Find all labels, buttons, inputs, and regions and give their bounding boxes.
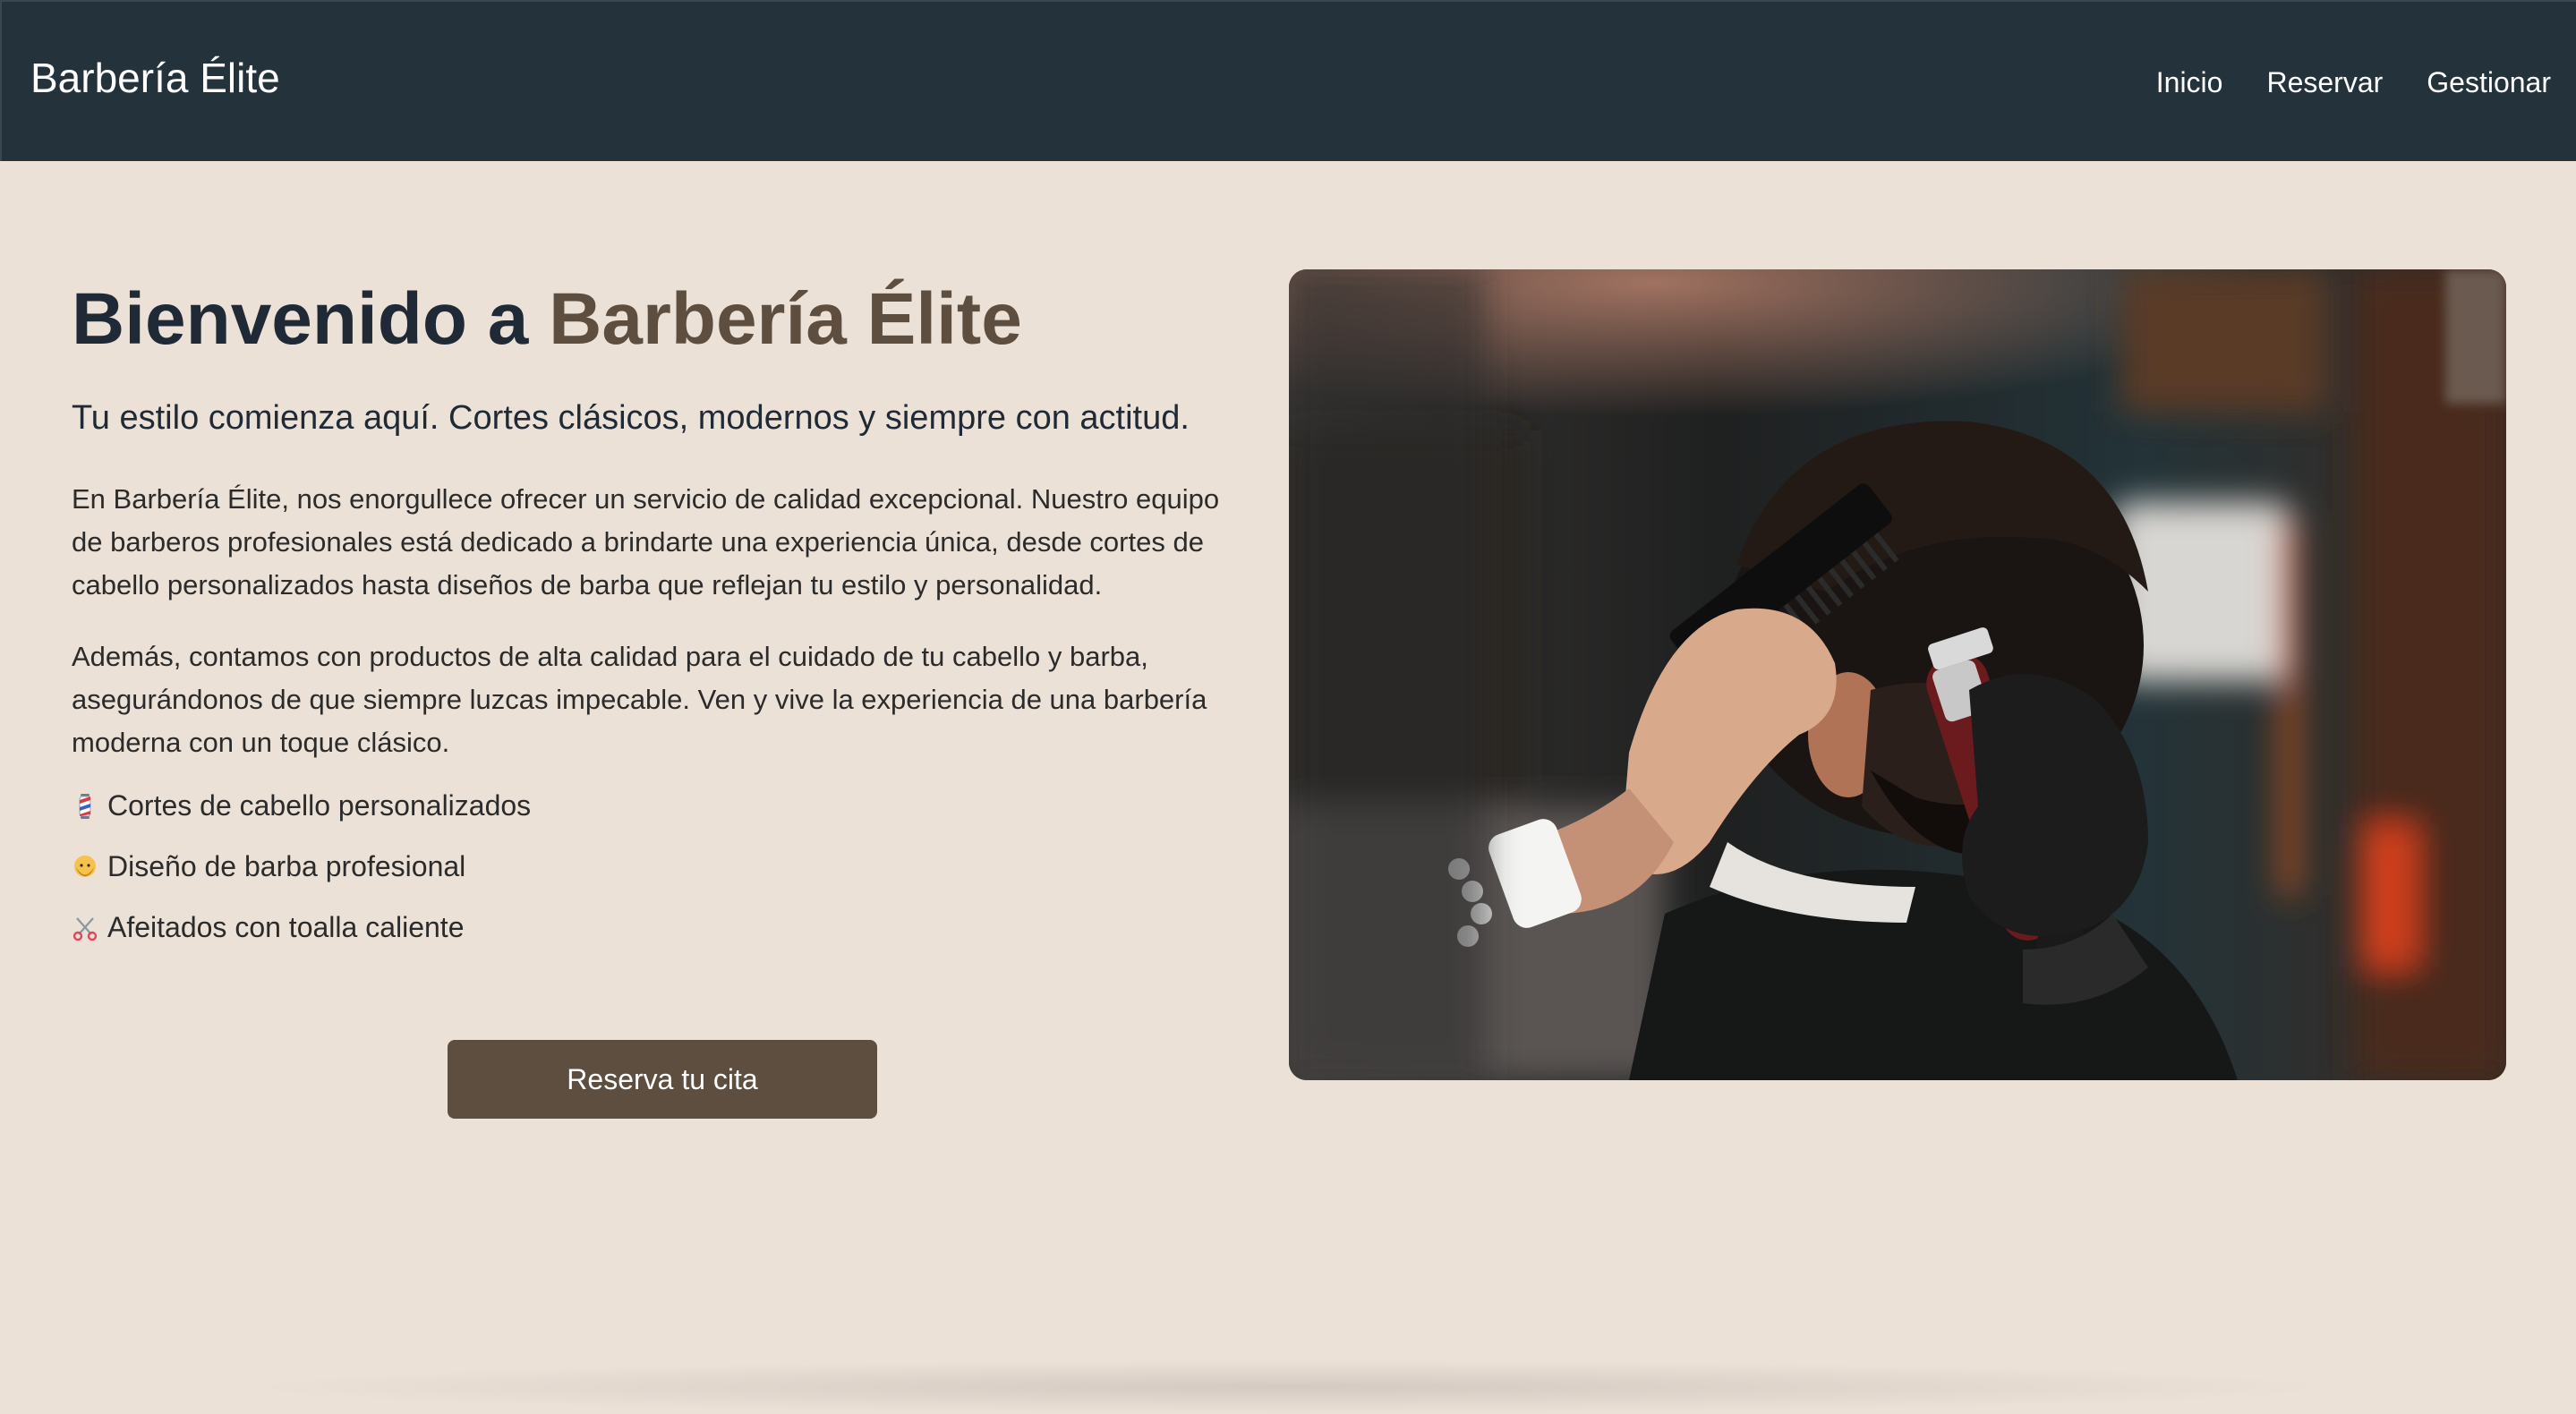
navbar: Barbería Élite Inicio Reservar Gestionar: [0, 0, 2576, 161]
barber-pole-icon: [72, 792, 98, 819]
hero-title-prefix: Bienvenido a: [72, 278, 550, 360]
hero-paragraph-2: Además, contamos con productos de alta c…: [72, 640, 1207, 758]
feature-list: Cortes de cabello personalizados Diseño …: [72, 788, 1235, 945]
feature-label: Diseño de barba profesional: [107, 849, 466, 882]
feature-item: Diseño de barba profesional: [72, 848, 1235, 884]
barber-photo-illustration: [1289, 269, 2506, 1080]
nav-link-reservar[interactable]: Reservar: [2266, 66, 2383, 99]
hero-section: Bienvenido a Barbería Élite Tu estilo co…: [0, 161, 2576, 1414]
brand-logo-link[interactable]: Barbería Élite: [30, 54, 280, 103]
nav-links: Inicio Reservar Gestionar: [2156, 2, 2551, 163]
hero-paragraph-1: En Barbería Élite, nos enorgullece ofrec…: [72, 482, 1220, 601]
book-appointment-button[interactable]: Reserva tu cita: [448, 1040, 877, 1119]
feature-label: Cortes de cabello personalizados: [107, 788, 532, 822]
feature-label: Afeitados con toalla caliente: [107, 910, 465, 943]
hero-title-accent: Barbería Élite: [549, 278, 1022, 360]
barber-photo: [1289, 269, 2506, 1080]
feature-item: Cortes de cabello personalizados: [72, 788, 1235, 823]
nav-link-inicio[interactable]: Inicio: [2156, 66, 2223, 99]
scissors-icon: [72, 914, 98, 941]
bearded-face-icon: [72, 853, 98, 880]
nav-link-gestionar[interactable]: Gestionar: [2427, 66, 2551, 99]
hero-lead: Tu estilo comienza aquí. Cortes clásicos…: [72, 399, 1190, 438]
feature-item: Afeitados con toalla caliente: [72, 909, 1235, 945]
hero-title: Bienvenido a Barbería Élite: [72, 276, 1235, 363]
hero-text-column: Bienvenido a Barbería Élite Tu estilo co…: [72, 276, 1235, 970]
section-bottom-shadow: [233, 1360, 2345, 1414]
